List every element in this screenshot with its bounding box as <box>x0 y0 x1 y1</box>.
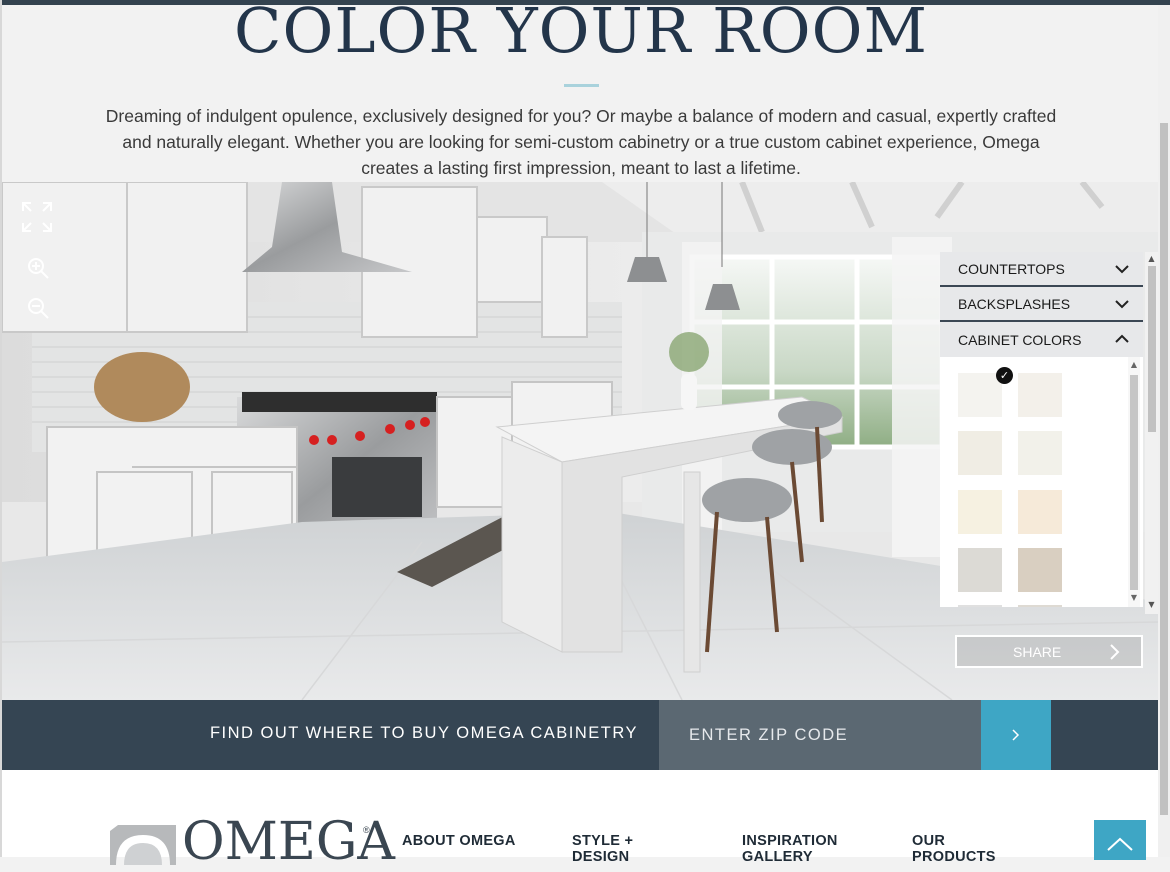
color-swatch[interactable] <box>958 431 1002 475</box>
color-swatch[interactable] <box>958 490 1002 534</box>
color-swatch[interactable] <box>1018 373 1062 417</box>
zoom-in-button[interactable] <box>26 256 60 290</box>
share-label: SHARE <box>1013 644 1062 660</box>
color-swatch-partial[interactable] <box>1018 605 1062 607</box>
zoom-out-button[interactable] <box>26 296 60 330</box>
zip-submit-button[interactable] <box>981 700 1051 770</box>
scroll-thumb[interactable] <box>1130 375 1138 590</box>
footer-link-about-omega[interactable]: ABOUT OMEGA <box>402 833 522 849</box>
scroll-thumb[interactable] <box>1148 266 1156 432</box>
checkmark-icon: ✓ <box>996 367 1013 384</box>
chevron-right-icon <box>1012 729 1020 741</box>
zoom-in-icon <box>28 258 49 279</box>
title-divider <box>564 84 599 87</box>
color-swatch-partial[interactable] <box>958 605 1002 607</box>
back-to-top-button[interactable] <box>1094 820 1146 860</box>
fullscreen-button[interactable] <box>20 200 54 234</box>
where-to-buy-bar: FIND OUT WHERE TO BUY OMEGA CABINETRY <box>2 700 1160 770</box>
chevron-up-icon <box>1107 837 1133 851</box>
scroll-down-arrow-icon[interactable]: ▼ <box>1130 593 1138 602</box>
backsplashes-section-toggle[interactable]: BACKSPLASHES <box>940 287 1143 322</box>
footer-link-inspiration-gallery[interactable]: INSPIRATION GALLERY <box>742 833 852 865</box>
panel-scrollbar[interactable]: ▲ ▼ <box>1145 252 1158 614</box>
page-title: COLOR YOUR ROOM <box>234 0 928 67</box>
countertops-section-toggle[interactable]: COUNTERTOPS <box>940 252 1143 287</box>
countertops-label: COUNTERTOPS <box>958 260 1065 277</box>
swatch-scrollbar[interactable]: ▲ ▼ <box>1128 357 1140 607</box>
color-swatch[interactable] <box>958 373 1002 417</box>
options-panel: COUNTERTOPS BACKSPLASHES CABINET COLORS … <box>940 252 1143 607</box>
site-footer: OMEGA ® ABOUT OMEGA STYLE + DESIGN INSPI… <box>2 770 1160 868</box>
chevron-right-icon <box>1110 644 1120 660</box>
backsplashes-label: BACKSPLASHES <box>958 295 1071 312</box>
page-scrollbar[interactable] <box>1158 5 1170 857</box>
cabinet-colors-label: CABINET COLORS <box>958 331 1082 348</box>
omega-logo-icon[interactable] <box>110 825 176 865</box>
footer-link-style-design[interactable]: STYLE + DESIGN <box>572 833 692 865</box>
chevron-down-icon <box>1115 300 1129 309</box>
color-swatch[interactable] <box>1018 548 1062 592</box>
page-scroll-thumb[interactable] <box>1160 123 1168 815</box>
color-swatch[interactable] <box>958 548 1002 592</box>
where-to-buy-label: FIND OUT WHERE TO BUY OMEGA CABINETRY <box>209 724 638 742</box>
scroll-up-arrow-icon[interactable]: ▲ <box>1130 360 1138 369</box>
chevron-up-icon <box>1115 334 1129 343</box>
fullscreen-icon <box>22 202 52 232</box>
intro-paragraph: Dreaming of indulgent opulence, exclusiv… <box>105 106 1057 178</box>
chevron-down-icon <box>1115 265 1129 274</box>
color-swatch[interactable] <box>1018 431 1062 475</box>
cabinet-color-swatches: ✓ ▲ ▼ <box>940 357 1143 607</box>
cabinet-colors-section-toggle[interactable]: CABINET COLORS <box>940 322 1143 357</box>
scroll-down-arrow-icon[interactable]: ▼ <box>1147 600 1156 609</box>
scroll-up-arrow-icon[interactable]: ▲ <box>1147 254 1156 263</box>
share-button[interactable]: SHARE <box>955 635 1143 668</box>
footer-link-our-products[interactable]: OUR PRODUCTS <box>912 833 1032 865</box>
omega-logo-text: OMEGA <box>182 812 395 872</box>
color-swatch[interactable] <box>1018 490 1062 534</box>
zoom-out-icon <box>28 298 49 319</box>
registered-mark: ® <box>363 825 370 835</box>
room-visualizer[interactable]: COUNTERTOPS BACKSPLASHES CABINET COLORS … <box>2 182 1160 700</box>
zip-code-input[interactable] <box>659 700 981 770</box>
